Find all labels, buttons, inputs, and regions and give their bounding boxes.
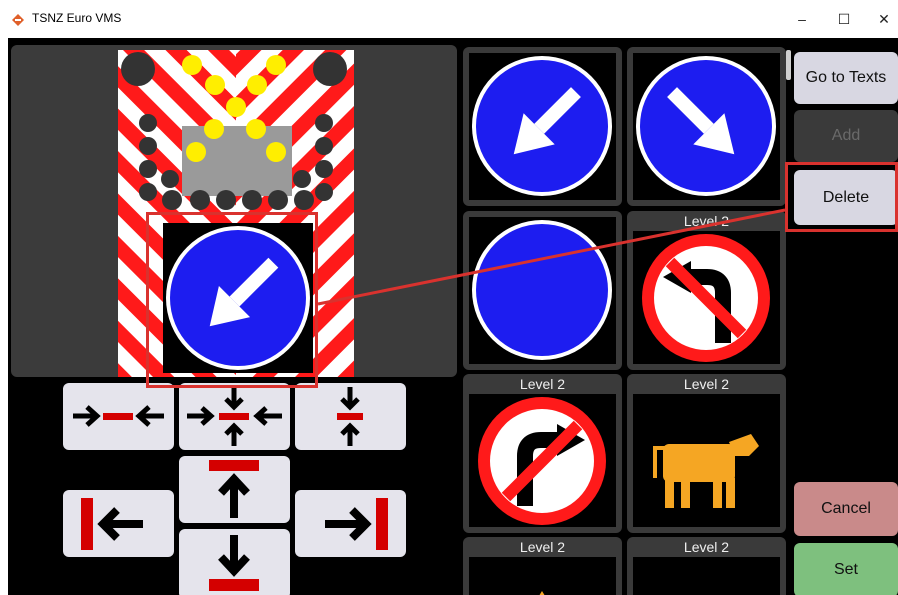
sign-tile[interactable] (463, 47, 622, 206)
merge-in-arrows-icon (73, 405, 164, 427)
minimize-button[interactable]: – (784, 6, 820, 32)
tile-level-label: Level 2 (683, 213, 730, 229)
add-button[interactable]: Add (794, 110, 898, 162)
arrow-up-button[interactable] (179, 456, 290, 523)
window-title: TSNZ Euro VMS (32, 11, 122, 25)
add-label: Add (831, 127, 861, 144)
go-to-texts-button[interactable]: Go to Texts (794, 52, 898, 104)
merge-vertical-arrows-button[interactable] (295, 383, 406, 450)
merge-all-arrows-button[interactable] (179, 383, 290, 450)
arrow-left-icon (81, 498, 143, 550)
go-to-texts-label: Go to Texts (805, 69, 887, 86)
no-right-turn-icon (478, 397, 606, 525)
title-bar: TSNZ Euro VMS – ☐ ✕ (0, 0, 898, 38)
cancel-button[interactable]: Cancel (794, 482, 898, 536)
no-left-turn-icon (642, 234, 770, 362)
sign-tile[interactable]: Level 2 (627, 211, 786, 370)
sign-tile[interactable]: Level 2 (463, 537, 622, 595)
arrow-right-icon (325, 498, 388, 550)
highlight-box-delete (785, 162, 898, 232)
arrow-down-icon (209, 535, 259, 591)
arrow-left-button[interactable] (63, 490, 174, 557)
sign-tile[interactable]: Level 2 (463, 374, 622, 533)
tile-level-label: Level 2 (683, 376, 730, 392)
set-button[interactable]: Set (794, 543, 898, 595)
sign-tile[interactable]: Level 2 (627, 374, 786, 533)
arrow-right-button[interactable] (295, 490, 406, 557)
sign-tile[interactable] (627, 47, 786, 206)
tile-level-label: Level 2 (683, 539, 730, 555)
set-label: Set (833, 561, 858, 578)
close-button[interactable]: ✕ (866, 6, 898, 32)
scrollbar-thumb[interactable] (786, 50, 791, 80)
merge-all-arrows-icon (187, 387, 282, 446)
merge-in-arrows-button[interactable] (63, 383, 174, 450)
cancel-label: Cancel (821, 500, 871, 517)
sign-tile[interactable] (463, 211, 622, 370)
blank-blue-disc-icon (472, 220, 612, 360)
keep-right-arrow-icon (636, 56, 776, 196)
app-logo-icon (12, 14, 24, 26)
maximize-button[interactable]: ☐ (826, 6, 862, 32)
arrow-up-icon (209, 460, 259, 518)
tile-level-label: Level 2 (519, 539, 566, 555)
tile-level-label: Level 2 (519, 376, 566, 392)
keep-left-arrow-icon (472, 56, 612, 196)
warning-sign-icon (539, 591, 545, 595)
cattle-warning-icon (653, 434, 759, 508)
highlight-box-preview (146, 212, 318, 388)
app-client-area: Level 2 Level 2 Level 2 Level 2 Level 2 … (8, 38, 898, 595)
merge-vertical-arrows-icon (337, 387, 363, 446)
arrow-down-button[interactable] (179, 529, 290, 595)
sign-tile[interactable]: Level 2 (627, 537, 786, 595)
